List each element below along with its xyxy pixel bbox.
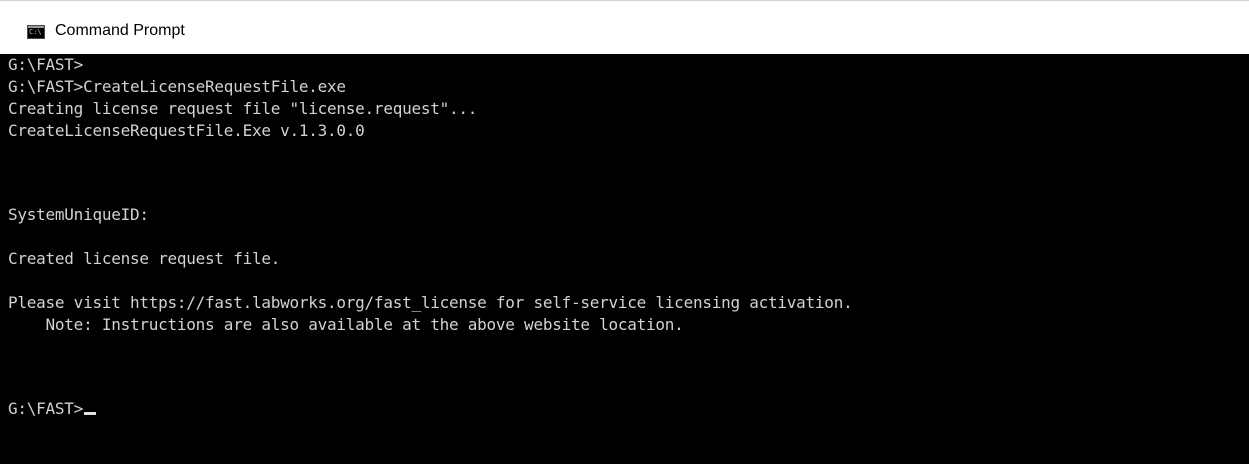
console-line: Note: Instructions are also available at…	[8, 315, 684, 334]
command-prompt: G:\FAST>	[8, 399, 84, 418]
console-line: Creating license request file "license.r…	[8, 99, 478, 118]
console-prompt-line[interactable]: G:\FAST>	[8, 398, 1249, 420]
console-line: G:\FAST>CreateLicenseRequestFile.exe	[8, 77, 346, 96]
window-title: Command Prompt	[55, 22, 185, 39]
cmd-icon-label: C:\	[29, 28, 42, 36]
title-bar[interactable]: C:\ Command Prompt	[0, 0, 1249, 54]
command-prompt-window: C:\ Command Prompt G:\FAST> G:\FAST>Crea…	[0, 0, 1249, 464]
cmd-icon: C:\	[27, 25, 45, 39]
text-cursor	[84, 412, 97, 415]
console-line: G:\FAST>	[8, 55, 84, 74]
console-line: Please visit https://fast.labworks.org/f…	[8, 293, 853, 312]
console-line: SystemUniqueID:	[8, 205, 149, 224]
console-output[interactable]: G:\FAST> G:\FAST>CreateLicenseRequestFil…	[0, 54, 1249, 464]
console-line: CreateLicenseRequestFile.Exe v.1.3.0.0	[8, 121, 365, 140]
console-line: Created license request file.	[8, 249, 281, 268]
